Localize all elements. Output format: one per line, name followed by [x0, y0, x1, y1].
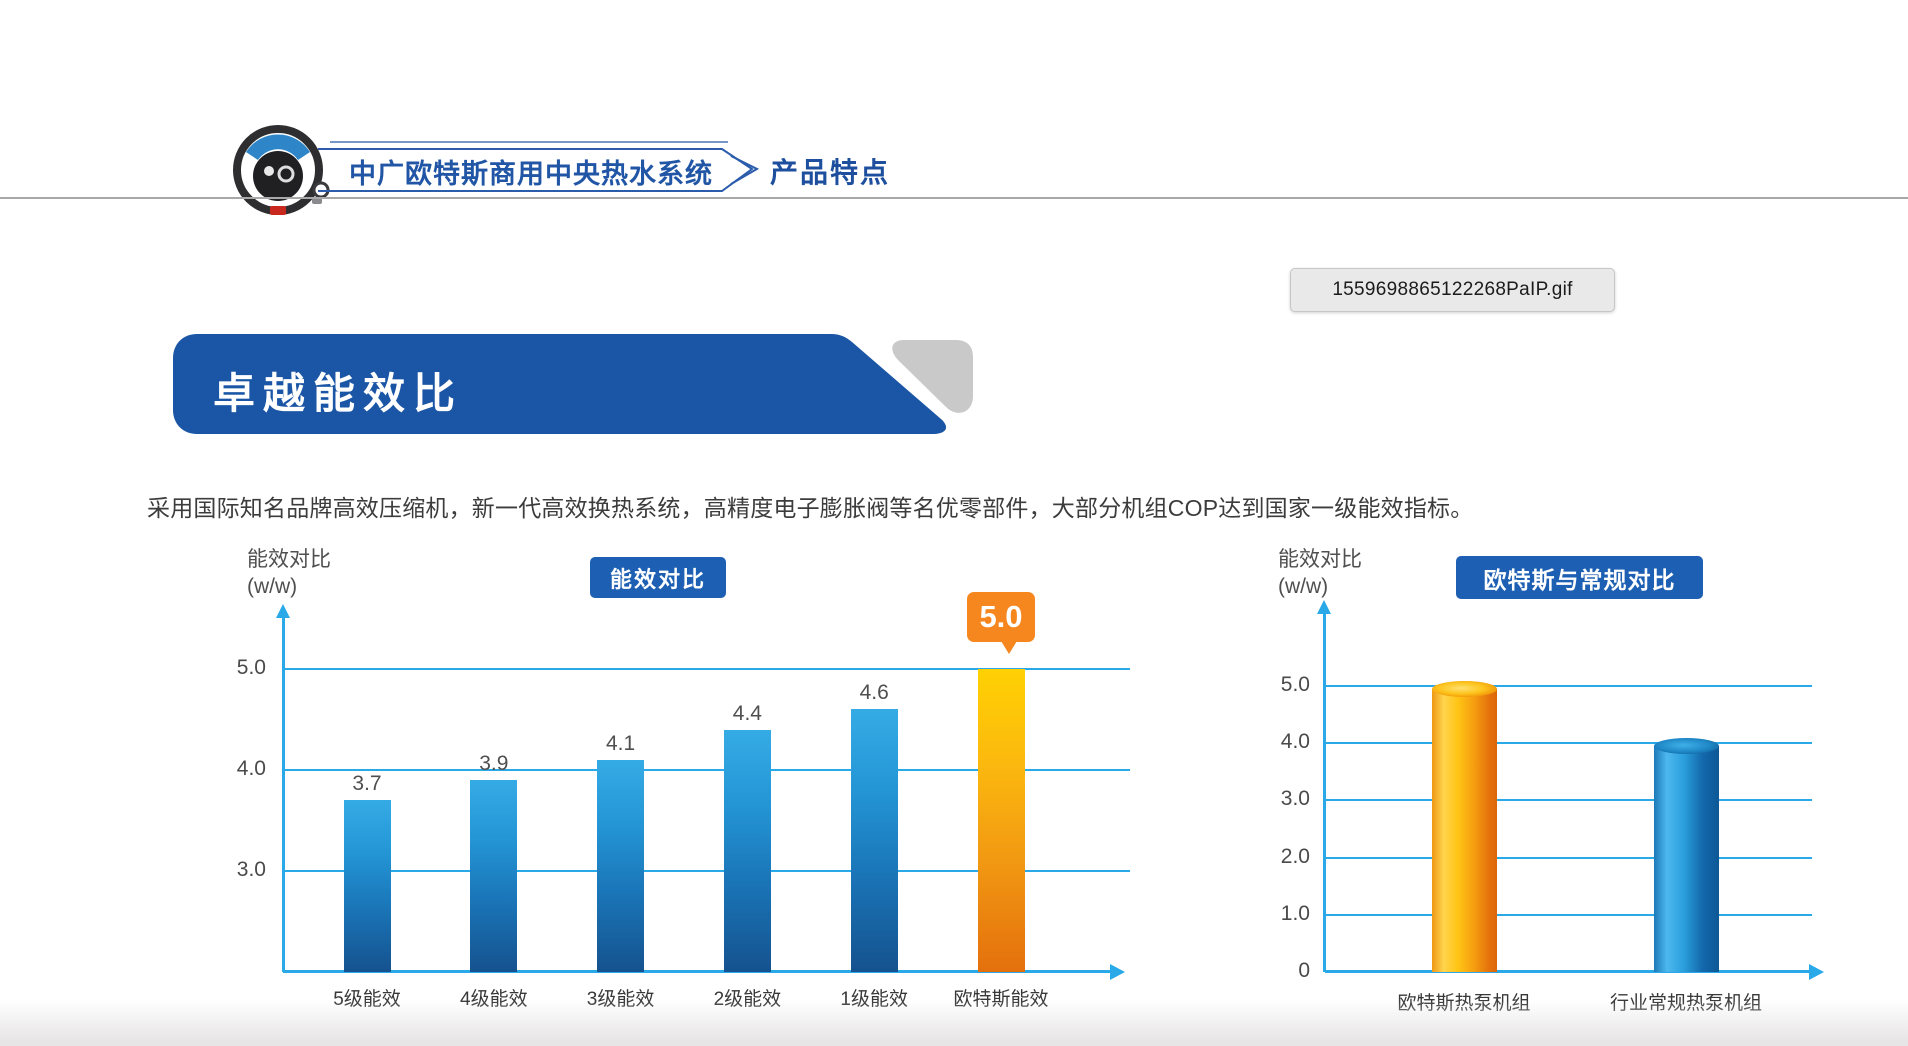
header-divider: [0, 197, 1908, 199]
tab-product-features: 产品特点: [770, 151, 890, 191]
category-label: 行业常规热泵机组: [1606, 988, 1766, 1015]
cylinder-bar: [1654, 746, 1719, 972]
section-description: 采用国际知名品牌高效压缩机，新一代高效换热系统，高精度电子膨胀阀等名优零部件，大…: [147, 489, 1473, 523]
y-tick-label: 5.0: [1240, 673, 1310, 697]
chart1-y-axis-title-line2: (w/w): [247, 573, 331, 600]
category-label: 欧特斯能效: [921, 984, 1081, 1011]
chart2-x-axis-arrow: [1809, 964, 1824, 980]
bar-value-label: 4.4: [717, 702, 777, 726]
chart2-y-axis-title: 能效对比 (w/w): [1278, 546, 1362, 600]
bar-value-label: 3.7: [337, 772, 397, 796]
chart2-y-axis: [1323, 612, 1326, 972]
chart2-y-axis-title-line1: 能效对比: [1278, 546, 1362, 573]
y-tick-label: 0: [1240, 959, 1310, 983]
y-tick-label: 5.0: [196, 656, 266, 680]
y-tick-label: 4.0: [1240, 730, 1310, 754]
gridline: [1325, 799, 1812, 801]
bar-value-label: 3.9: [464, 752, 524, 776]
chart2-y-axis-title-line2: (w/w): [1278, 573, 1362, 600]
bar: [851, 709, 898, 972]
chart1-y-axis-title-line1: 能效对比: [247, 546, 331, 573]
y-tick-label: 2.0: [1240, 845, 1310, 869]
cylinder-cap: [1654, 738, 1719, 754]
chart2-x-axis: [1325, 970, 1812, 973]
section-title: 卓越能效比: [213, 360, 463, 421]
y-tick-label: 3.0: [1240, 787, 1310, 811]
chart1-highlight-callout: 5.0: [967, 592, 1035, 642]
bar: [597, 760, 644, 972]
y-tick-label: 1.0: [1240, 902, 1310, 926]
brand-title: 中广欧特斯商用中央热水系统: [349, 152, 713, 191]
bar-value-label: 4.6: [844, 681, 904, 705]
page-header: 中广欧特斯商用中央热水系统 产品特点: [0, 0, 1908, 200]
category-label: 欧特斯热泵机组: [1384, 988, 1544, 1015]
bar: [470, 780, 517, 972]
chart1-title-badge: 能效对比: [590, 557, 726, 598]
bar: [724, 730, 771, 972]
bar-highlight: [978, 669, 1025, 972]
y-tick-label: 3.0: [196, 858, 266, 882]
chart1-y-axis-title: 能效对比 (w/w): [247, 546, 331, 600]
cylinder-cap: [1432, 681, 1497, 697]
bar: [344, 800, 391, 972]
y-tick-label: 4.0: [196, 757, 266, 781]
gridline: [1325, 742, 1812, 744]
bar-value-label: 4.1: [591, 732, 651, 756]
gridline: [1325, 685, 1812, 687]
chart2-title-badge: 欧特斯与常规对比: [1456, 556, 1703, 599]
gridline: [1325, 857, 1812, 859]
filename-tooltip: 1559698865122268PaIP.gif: [1290, 268, 1615, 312]
cylinder-bar: [1432, 689, 1497, 972]
gridline: [1325, 914, 1812, 916]
chart1-x-axis-arrow: [1110, 964, 1125, 980]
